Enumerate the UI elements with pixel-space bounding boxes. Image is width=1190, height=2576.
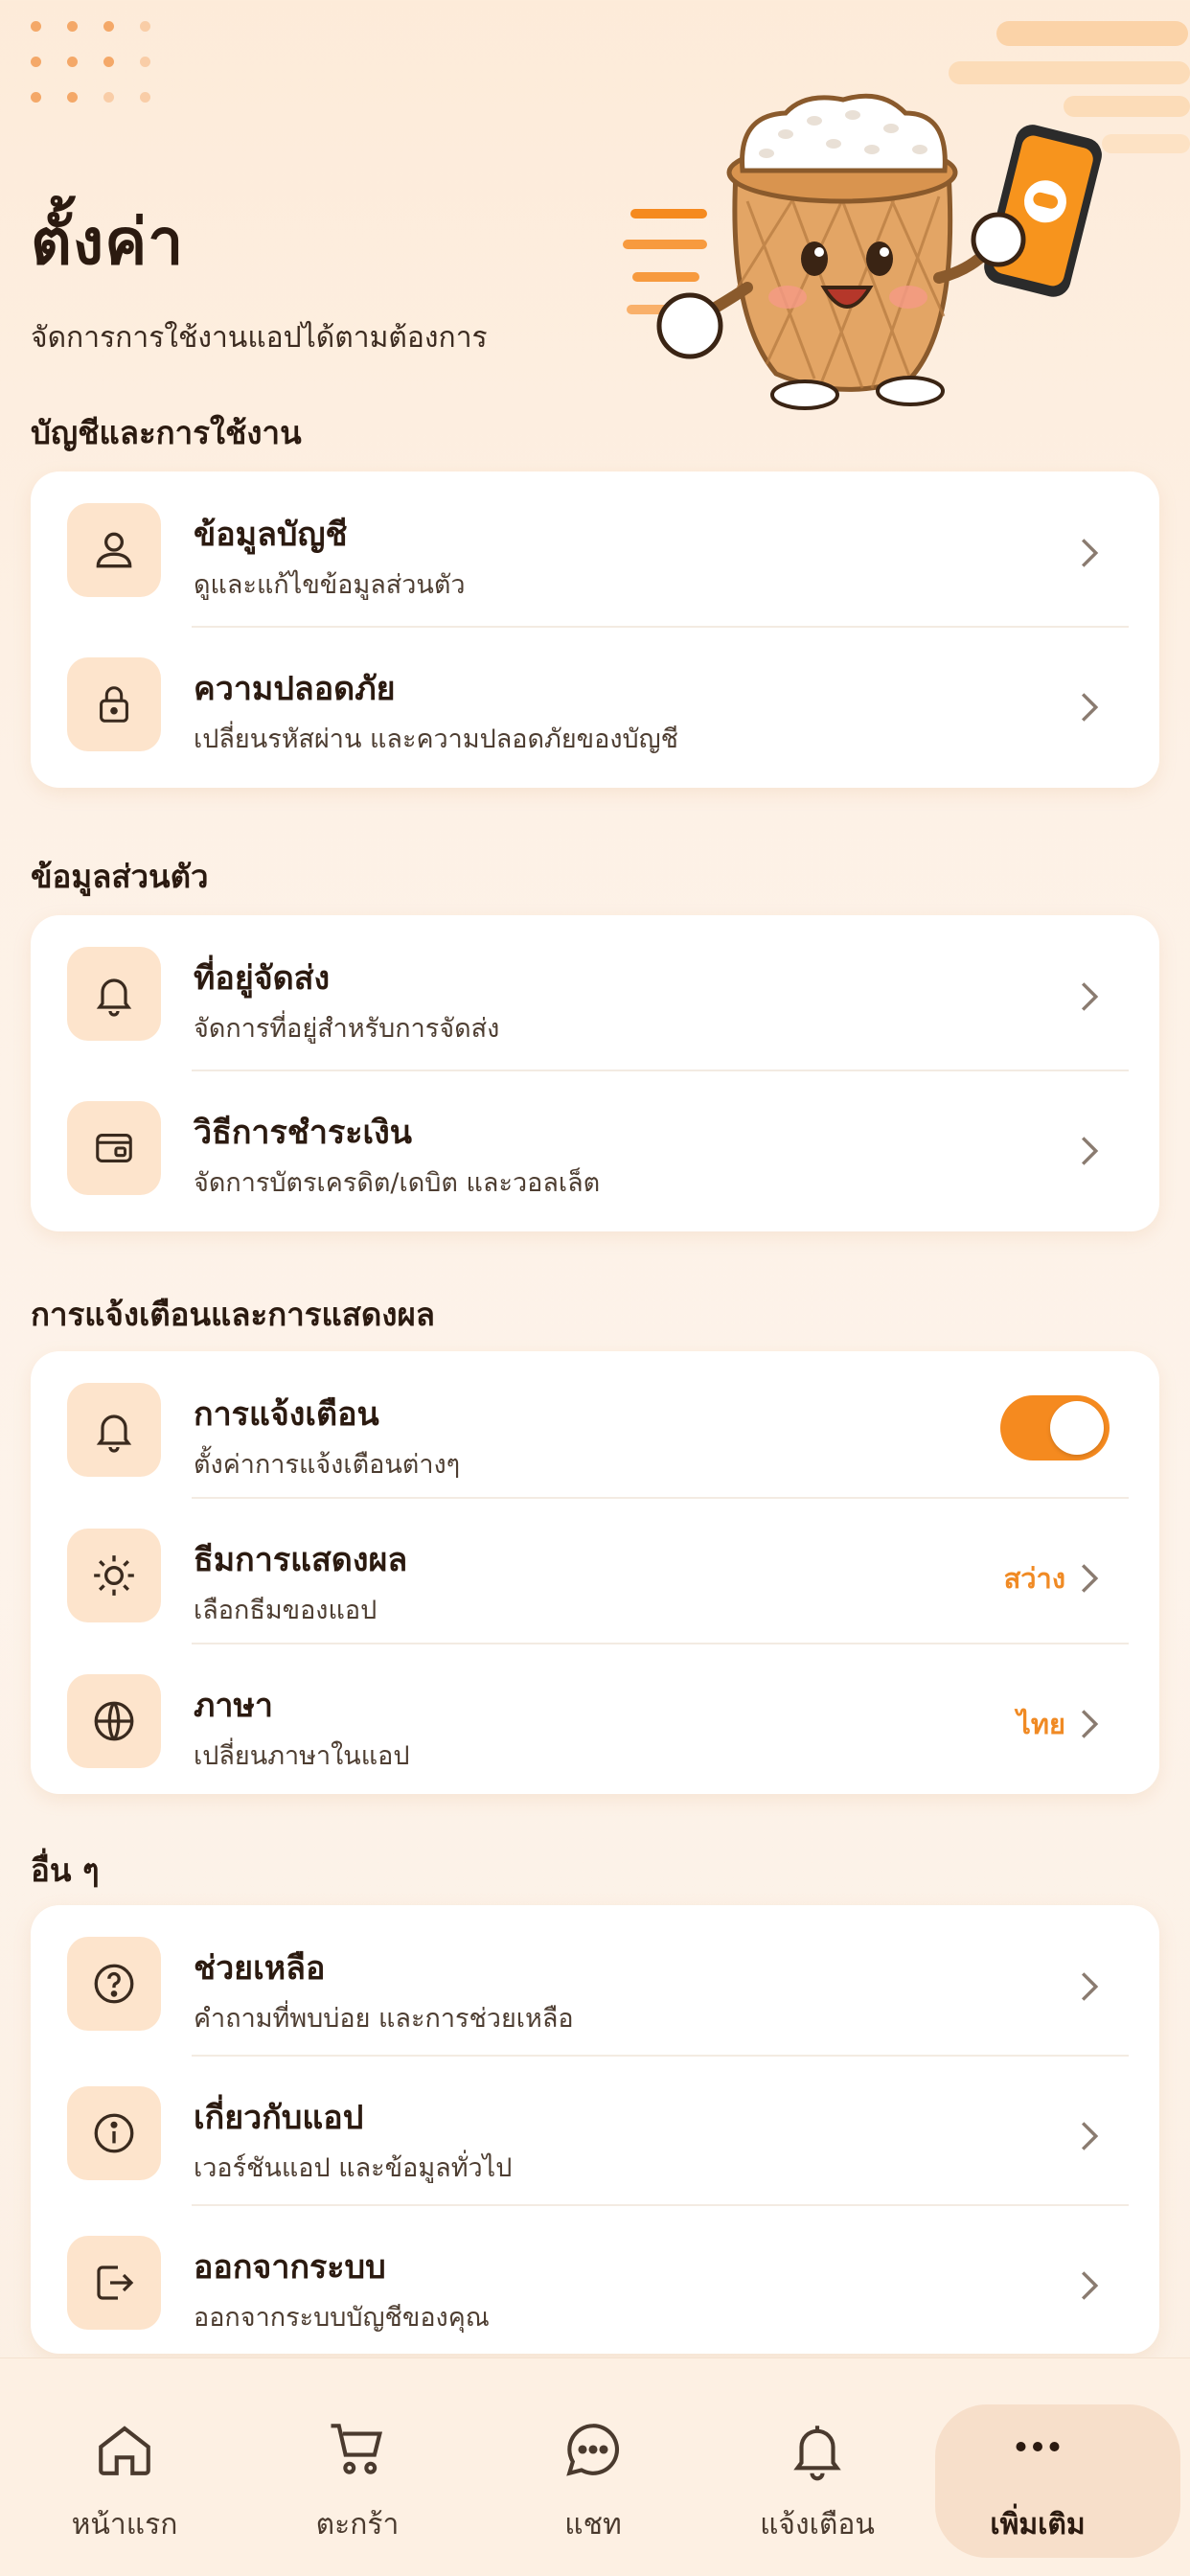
globe-icon <box>67 1674 161 1768</box>
item-desc: ดูและแก้ไขข้อมูลส่วนตัว <box>194 570 466 600</box>
tab-label: หน้าแรก <box>71 2508 178 2542</box>
settings-item-help[interactable]: ช่วยเหลือ คำถามที่พบบ่อย และการช่วยเหลือ <box>31 1905 1159 2055</box>
language-value: ไทย <box>1017 1708 1065 1740</box>
item-title: เกี่ยวกับแอป <box>194 2099 364 2137</box>
settings-item-account-info[interactable]: ข้อมูลบัญชี ดูและแก้ไขข้อมูลส่วนตัว <box>31 472 1159 626</box>
item-title: การแจ้งเตือน <box>194 1395 379 1434</box>
card-notifications-display: การแจ้งเตือน ตั้งค่าการแจ้งเตือนต่างๆ ธี… <box>31 1351 1159 1794</box>
cart-icon <box>331 2424 383 2474</box>
chevron-right-icon <box>1081 1710 1099 1738</box>
tab-notifications[interactable]: แจ้งเตือน <box>707 2358 927 2576</box>
section-title-other: อื่น ๆ <box>31 1852 100 1889</box>
item-desc: จัดการที่อยู่สำหรับการจัดส่ง <box>194 1014 500 1044</box>
tab-label: แชท <box>564 2508 622 2542</box>
chevron-right-icon <box>1081 1972 1099 2001</box>
wallet-icon <box>67 1101 161 1195</box>
item-title: ที่อยู่จัดส่ง <box>194 959 331 998</box>
decorative-dots <box>31 21 151 103</box>
tab-chat[interactable]: แชท <box>483 2358 703 2576</box>
item-desc: เลือกธีมของแอป <box>194 1596 378 1625</box>
theme-value: สว่าง <box>1003 1562 1065 1595</box>
more-icon <box>1016 2442 1060 2451</box>
item-title: ออกจากระบบ <box>194 2248 386 2287</box>
item-desc: เวอร์ชันแอป และข้อมูลทั่วไป <box>194 2153 513 2183</box>
tab-more[interactable]: เพิ่มเติม <box>927 2358 1180 2576</box>
info-icon <box>67 2086 161 2180</box>
card-account: ข้อมูลบัญชี ดูและแก้ไขข้อมูลส่วนตัว ความ… <box>31 472 1159 788</box>
bell-icon <box>67 947 161 1041</box>
lock-icon <box>67 657 161 751</box>
item-title: ข้อมูลบัญชี <box>194 516 348 554</box>
notifications-toggle[interactable] <box>1000 1395 1110 1460</box>
page-header: ตั้งค่า จัดการการใช้งานแอปได้ตามต้องการ <box>31 192 488 360</box>
item-title: ช่วยเหลือ <box>194 1949 326 1988</box>
mascot-illustration <box>623 21 1190 410</box>
item-desc: ออกจากระบบบัญชีของคุณ <box>194 2303 490 2333</box>
bell-icon <box>67 1383 161 1477</box>
tab-label: แจ้งเตือน <box>760 2508 875 2542</box>
item-desc: คำถามที่พบบ่อย และการช่วยเหลือ <box>194 2004 574 2034</box>
item-title: ธีมการแสดงผล <box>194 1541 408 1579</box>
chevron-right-icon <box>1081 1137 1099 1165</box>
settings-item-notifications: การแจ้งเตือน ตั้งค่าการแจ้งเตือนต่างๆ <box>31 1351 1159 1497</box>
settings-item-security[interactable]: ความปลอดภัย เปลี่ยนรหัสผ่าน และความปลอดภ… <box>31 626 1159 780</box>
bell-icon <box>793 2426 841 2481</box>
item-desc: เปลี่ยนภาษาในแอป <box>194 1741 410 1771</box>
item-desc: ตั้งค่าการแจ้งเตือนต่างๆ <box>194 1450 461 1480</box>
user-icon <box>67 503 161 597</box>
chevron-right-icon <box>1081 539 1099 567</box>
settings-item-shipping-address[interactable]: ที่อยู่จัดส่ง จัดการที่อยู่สำหรับการจัดส… <box>31 915 1159 1070</box>
chevron-right-icon <box>1081 2271 1099 2300</box>
sun-icon <box>67 1529 161 1622</box>
item-title: ภาษา <box>194 1687 274 1725</box>
item-desc: เปลี่ยนรหัสผ่าน และความปลอดภัยของบัญชี <box>194 724 678 754</box>
page-subtitle: จัดการการใช้งานแอปได้ตามต้องการ <box>31 321 488 355</box>
card-personal: ที่อยู่จัดส่ง จัดการที่อยู่สำหรับการจัดส… <box>31 915 1159 1231</box>
chevron-right-icon <box>1081 2122 1099 2150</box>
item-desc: จัดการบัตรเครดิต/เดบิต และวอลเล็ต <box>194 1168 601 1198</box>
page-title: ตั้งค่า <box>31 205 185 279</box>
home-icon <box>99 2426 150 2475</box>
settings-item-payment-method[interactable]: วิธีการชำระเงิน จัดการบัตรเครดิต/เดบิต แ… <box>31 1070 1159 1224</box>
item-title: ความปลอดภัย <box>194 670 396 708</box>
chevron-right-icon <box>1081 693 1099 722</box>
tab-home[interactable]: หน้าแรก <box>14 2358 235 2576</box>
settings-item-about[interactable]: เกี่ยวกับแอป เวอร์ชันแอป และข้อมูลทั่วไป <box>31 2055 1159 2204</box>
chevron-right-icon <box>1081 1564 1099 1593</box>
tab-cart[interactable]: ตะกร้า <box>247 2358 468 2576</box>
chat-icon <box>566 2424 619 2476</box>
bottom-tab-bar: หน้าแรก ตะกร้า แชท แจ้งเตือน เพิ่มเติม <box>0 2358 1190 2576</box>
item-title: วิธีการชำระเงิน <box>194 1114 412 1152</box>
section-title-notifications-display: การแจ้งเตือนและการแสดงผล <box>31 1296 436 1333</box>
settings-item-theme[interactable]: ธีมการแสดงผล เลือกธีมของแอป สว่าง <box>31 1497 1159 1643</box>
section-title-personal: ข้อมูลส่วนตัว <box>31 858 209 895</box>
section-title-account: บัญชีและการใช้งาน <box>31 414 302 451</box>
logout-icon <box>67 2236 161 2330</box>
tab-label: เพิ่มเติม <box>990 2508 1086 2542</box>
toggle-knob <box>1050 1401 1104 1455</box>
card-other: ช่วยเหลือ คำถามที่พบบ่อย และการช่วยเหลือ… <box>31 1905 1159 2354</box>
chevron-right-icon <box>1081 982 1099 1011</box>
settings-item-language[interactable]: ภาษา เปลี่ยนภาษาในแอป ไทย <box>31 1643 1159 1788</box>
tab-label: ตะกร้า <box>315 2508 400 2542</box>
help-icon <box>67 1937 161 2031</box>
settings-item-logout[interactable]: ออกจากระบบ ออกจากระบบบัญชีของคุณ <box>31 2204 1159 2354</box>
